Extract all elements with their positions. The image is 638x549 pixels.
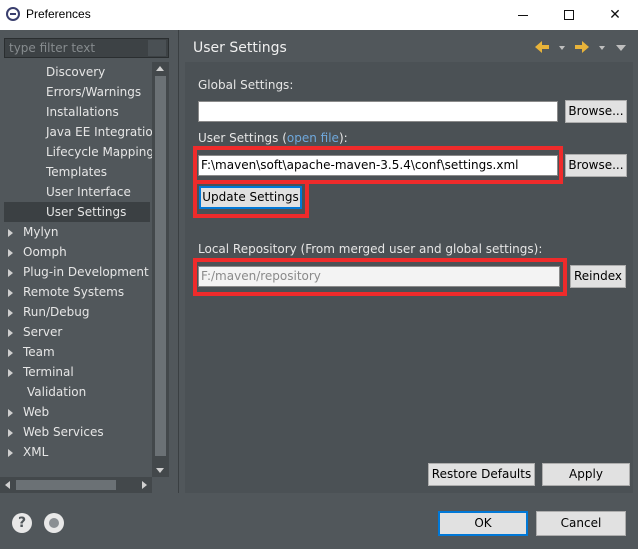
scroll-left-icon[interactable] [5, 481, 10, 489]
preferences-tree: Discovery Errors/Warnings Installations … [0, 62, 152, 477]
expand-arrow-icon[interactable] [8, 368, 13, 377]
user-settings-label-end: ): [338, 131, 348, 145]
user-settings-label: User Settings (open file): [198, 131, 348, 145]
tree-item[interactable]: Java EE Integration [46, 122, 152, 142]
forward-history-dropdown-icon[interactable] [599, 46, 605, 50]
tree-item-run-debug[interactable]: Run/Debug [8, 302, 90, 322]
global-browse-button[interactable]: Browse... [565, 100, 627, 123]
local-repository-label: Local Repository (From merged user and g… [198, 242, 543, 256]
tree-item-team[interactable]: Team [8, 342, 55, 362]
forward-arrow-icon[interactable] [575, 41, 589, 53]
highlight-user-settings [193, 146, 563, 184]
view-menu-icon[interactable] [616, 45, 626, 51]
tree-item-label: Web Services [23, 425, 104, 439]
tree-item-label: XML [23, 445, 49, 459]
page-title: User Settings [193, 40, 287, 56]
tree-item-label: Oomph [23, 245, 67, 259]
back-arrow-icon[interactable] [535, 41, 549, 53]
tree-item-label: Remote Systems [23, 285, 125, 299]
scroll-down-icon[interactable] [156, 468, 164, 473]
expand-arrow-icon[interactable] [8, 348, 13, 357]
tree-item-label: Plug-in Development [23, 265, 149, 279]
global-settings-label: Global Settings: [198, 78, 294, 92]
user-settings-label-start: User Settings ( [198, 131, 287, 145]
expand-arrow-icon[interactable] [8, 328, 13, 337]
tree-horizontal-scrollbar[interactable] [0, 477, 152, 493]
clear-filter-button[interactable] [148, 40, 166, 56]
tree-item-remote-systems[interactable]: Remote Systems [8, 282, 124, 302]
expand-arrow-icon[interactable] [8, 428, 13, 437]
tree-item[interactable]: Installations [46, 102, 119, 122]
ok-button[interactable]: OK [438, 511, 528, 536]
minimize-icon [518, 14, 528, 16]
tree-item-validation[interactable]: Validation [27, 382, 86, 402]
highlight-update-settings [193, 180, 309, 218]
highlight-local-repository [193, 258, 567, 296]
expand-arrow-icon[interactable] [8, 408, 13, 417]
window-title: Preferences [26, 7, 91, 21]
cancel-button[interactable]: Cancel [536, 511, 626, 536]
close-button[interactable]: ✕ [592, 0, 638, 30]
tree-item-server[interactable]: Server [8, 322, 62, 342]
tree-item[interactable]: Lifecycle Mapping [46, 142, 152, 162]
tree-item-mylyn[interactable]: Mylyn [8, 222, 59, 242]
restore-defaults-button[interactable]: Restore Defaults [428, 463, 535, 486]
back-history-dropdown-icon[interactable] [559, 46, 565, 50]
user-browse-button[interactable]: Browse... [565, 154, 627, 177]
panel-divider[interactable] [178, 30, 179, 493]
tree-item-selected[interactable]: User Settings [4, 202, 150, 222]
import-export-icon[interactable] [44, 513, 64, 533]
eclipse-app-icon [6, 7, 20, 21]
maximize-button[interactable] [546, 0, 592, 30]
tree-item[interactable]: User Interface [46, 182, 131, 202]
tree-item[interactable]: Errors/Warnings [46, 82, 141, 102]
tree-item[interactable]: Templates [46, 162, 107, 182]
tree-item-label: Web [23, 405, 50, 419]
reindex-button[interactable]: Reindex [570, 265, 626, 288]
open-file-link[interactable]: open file [287, 131, 339, 145]
tree-item-web-services[interactable]: Web Services [8, 422, 104, 442]
tree-item-label: Mylyn [23, 225, 59, 239]
tree-item-terminal[interactable]: Terminal [8, 362, 74, 382]
scroll-right-icon[interactable] [142, 481, 147, 489]
tree-item-label: Run/Debug [23, 305, 90, 319]
tree-item-plugin-development[interactable]: Plug-in Development [8, 262, 149, 282]
scroll-thumb[interactable] [16, 480, 116, 490]
title-bar: Preferences ✕ [0, 0, 638, 30]
close-icon: ✕ [609, 7, 621, 23]
filter-input[interactable] [4, 38, 169, 58]
tree-item-xml[interactable]: XML [8, 442, 48, 462]
tree-item-oomph[interactable]: Oomph [8, 242, 67, 262]
help-icon[interactable]: ? [12, 513, 32, 533]
tree-item-label: Server [23, 325, 63, 339]
tree-vertical-scrollbar[interactable] [152, 62, 169, 477]
expand-arrow-icon[interactable] [8, 268, 13, 277]
scroll-thumb[interactable] [155, 76, 166, 456]
expand-arrow-icon[interactable] [8, 248, 13, 257]
minimize-button[interactable] [500, 0, 546, 30]
maximize-icon [564, 10, 574, 20]
tree-item[interactable]: Discovery [46, 62, 105, 82]
apply-button[interactable]: Apply [542, 463, 630, 486]
tree-item-label: Terminal [23, 365, 74, 379]
scroll-up-icon[interactable] [156, 66, 164, 71]
expand-arrow-icon[interactable] [8, 448, 13, 457]
tree-item-web[interactable]: Web [8, 402, 49, 422]
expand-arrow-icon[interactable] [8, 288, 13, 297]
tree-item-label: Team [23, 345, 55, 359]
global-settings-field[interactable] [198, 101, 558, 122]
expand-arrow-icon[interactable] [8, 308, 13, 317]
expand-arrow-icon[interactable] [8, 228, 13, 237]
